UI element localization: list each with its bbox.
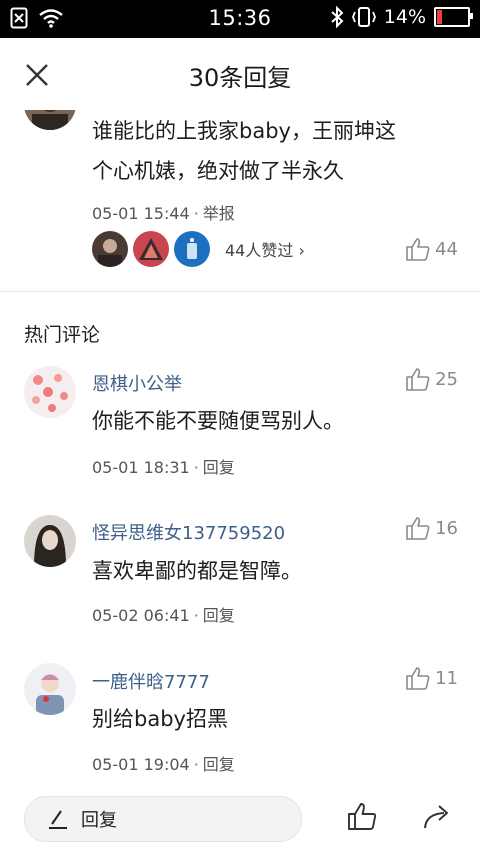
comment-username[interactable]: 怪异思维女137759520 [92, 519, 285, 545]
comment-like[interactable]: 25 [405, 366, 458, 392]
comment-text: 别给baby招黑 [92, 707, 228, 731]
comment-time: 05-02 06:41 [92, 606, 190, 625]
main-comment-text-line1: 谁能比的上我家baby，王丽坤这 [92, 119, 396, 143]
pencil-icon [49, 810, 67, 829]
thumbs-up-icon [406, 368, 430, 391]
comment-username[interactable]: 一鹿伴晗7777 [92, 668, 210, 694]
comment-time: 05-01 18:31 [92, 458, 190, 477]
comment-like[interactable]: 16 [405, 515, 458, 541]
main-comment-text-line2: 个心机婊，绝对做了半永久 [92, 159, 344, 183]
status-bar: 15:36 14% [0, 0, 480, 38]
likers-count[interactable]: 44人赞过 › [225, 237, 305, 261]
like-count: 16 [435, 517, 458, 539]
section-divider [0, 291, 480, 292]
thumbs-up-icon [406, 517, 430, 540]
comment-text: 喜欢卑鄙的都是智障。 [92, 559, 302, 583]
thumbs-up-icon [406, 667, 430, 690]
reply-link[interactable]: 回复 [203, 606, 235, 625]
thumbs-up-icon [406, 238, 430, 261]
main-comment-meta: 05-01 15:44 · 举报 [92, 204, 235, 223]
vibrate-icon [351, 7, 376, 27]
like-count: 11 [435, 667, 458, 689]
liker-avatar [133, 231, 169, 267]
comment-avatar[interactable] [24, 515, 76, 567]
bluetooth-icon [331, 6, 344, 28]
likers-row[interactable]: 44人赞过 › [92, 231, 305, 267]
comment-avatar[interactable] [24, 366, 76, 418]
liker-avatar [92, 231, 128, 267]
thumbs-up-icon[interactable] [346, 800, 378, 832]
status-right-icons: 14% [330, 6, 473, 28]
reply-input[interactable]: 回复 [24, 796, 302, 842]
comment-time: 05-01 19:04 [92, 755, 190, 774]
reply-label: 回复 [81, 810, 117, 831]
main-comment-time: 05-01 15:44 [92, 204, 190, 223]
like-count: 44 [435, 238, 458, 260]
hot-comments-title: 热门评论 [24, 324, 101, 346]
comment-meta: 05-01 18:31 · 回复 [92, 458, 235, 477]
comment-avatar[interactable] [24, 663, 76, 715]
comment-meta: 05-02 06:41 · 回复 [92, 606, 235, 625]
comment-username[interactable]: 恩棋小公举 [92, 370, 182, 396]
comment-meta: 05-01 19:04 · 回复 [92, 755, 235, 774]
share-icon[interactable] [422, 800, 454, 832]
comment-text: 你能不能不要随便骂别人。 [92, 409, 344, 433]
top-bar: 30条回复 [0, 38, 480, 110]
main-comment-like[interactable]: 44 [405, 236, 458, 262]
battery-percent: 14% [383, 6, 426, 28]
battery-icon [434, 7, 473, 27]
report-link[interactable]: 举报 [203, 204, 235, 223]
comment-like[interactable]: 11 [405, 665, 458, 691]
comment-sheet: 30条回复 谁能比的上我家baby，王丽坤这 个心机婊，绝对做了半永久 05-0… [0, 38, 480, 854]
bottom-bar: 回复 [0, 780, 480, 854]
reply-link[interactable]: 回复 [203, 458, 235, 477]
liker-avatar [174, 231, 210, 267]
page-title: 30条回复 [188, 64, 292, 92]
reply-link[interactable]: 回复 [203, 755, 235, 774]
like-count: 25 [435, 368, 458, 390]
